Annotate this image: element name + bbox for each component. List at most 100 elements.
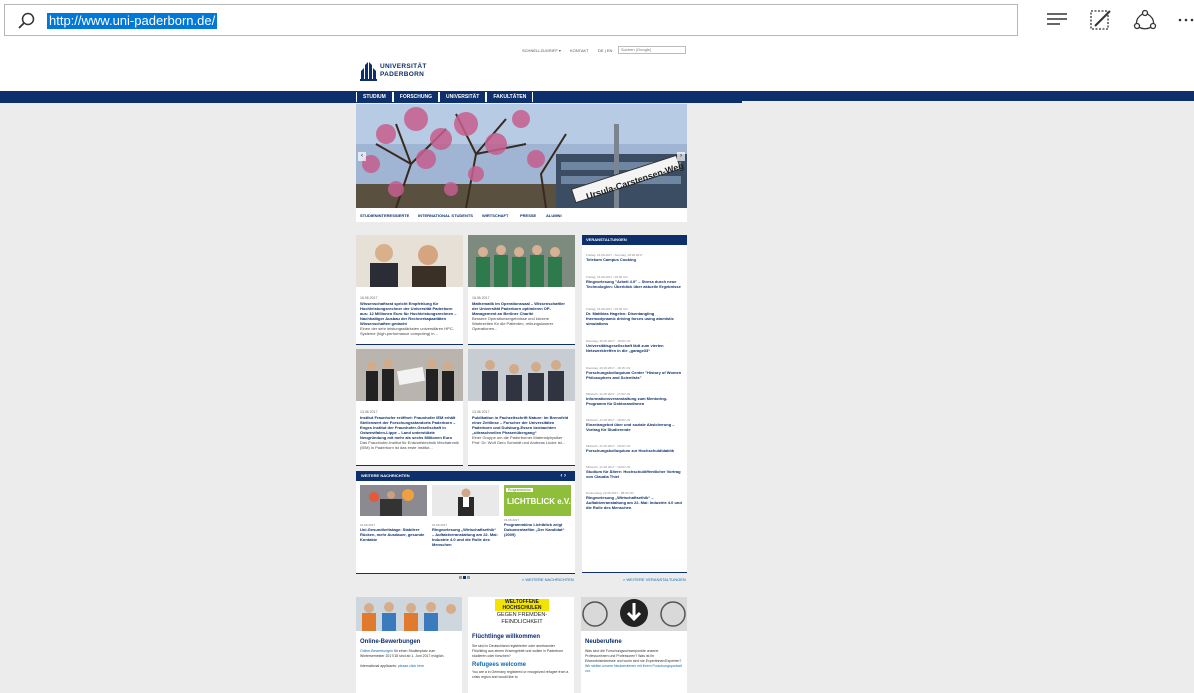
event-item[interactable]: Mittwoch, 21.06.2017 - 18:00 Uhr Forschun… (586, 444, 684, 453)
panel-divider (356, 573, 575, 574)
site-search-input[interactable]: Suchen (Google) (618, 46, 686, 54)
more-icon[interactable] (1176, 8, 1194, 32)
university-logo[interactable]: UNIVERSITÄT PADERBORN (360, 59, 432, 83)
event-title[interactable]: Forschungskolloquium zur Hochschuldidakt… (586, 448, 684, 453)
news-date: 13.06.2017 (472, 410, 490, 414)
event-item[interactable]: Donnerstag, 22.06.2017 - 08:30 Uhr Ringvo… (586, 491, 684, 510)
logo-line-2: PADERBORN (380, 71, 425, 78)
url-text[interactable]: http://www.uni-paderborn.de/ (47, 13, 218, 29)
teaser-text-body: Was sind die Forschungsschwerpunkte unse… (585, 649, 682, 663)
news-headline[interactable]: Uni-Gesundheitstage: Stabilere Rücken, m… (360, 527, 427, 542)
event-item[interactable]: Dienstag, 20.06.2017 - 18:00 Uhr Universi… (586, 339, 684, 353)
event-item[interactable]: Mittwoch, 21.06.2017 - 19:00 Uhr Studium … (586, 465, 684, 479)
event-title[interactable]: Einzelangebot über und soziale Absicheru… (586, 422, 684, 432)
teaser-text: Was sind die Forschungsschwerpunkte unse… (585, 649, 683, 674)
hub-icon[interactable] (1046, 8, 1070, 32)
teaser-link[interactable]: please click here (398, 664, 424, 668)
nav-universitaet[interactable]: UNIVERSITÄT (439, 92, 487, 102)
event-title[interactable]: Studium für Ältere: Hochschulöffentliche… (586, 469, 684, 479)
news-date: 13.06.2017 (360, 410, 378, 414)
teaser-subtitle[interactable]: Refugees welcome (472, 662, 570, 668)
lichtblick-name: LICHTBLICK e.V. (507, 497, 571, 506)
event-title[interactable]: Informationsveranstaltung zum Mentoring-… (586, 396, 684, 406)
teaser-text-body: International applicants: (360, 664, 398, 668)
event-item[interactable]: Freitag, 16.06.2017 - 09:45 Uhr Dr. Matth… (586, 307, 684, 326)
hero-next-arrow-icon[interactable]: › (677, 152, 685, 161)
teaser-banner: WELTOFFENE HOCHSCHULEN GEGEN FREMDEN- FE… (468, 597, 574, 631)
news-image (432, 485, 499, 516)
event-title[interactable]: Telekom Campus Cooking (586, 257, 684, 262)
news-headline[interactable]: Programmkino Lichtblick zeigt Dokumentar… (504, 522, 571, 537)
news-headline[interactable]: Wissenschaftsrat spricht Empfehlung für … (360, 301, 459, 326)
contact-link[interactable]: KONTAKT (570, 48, 589, 53)
teaser-title[interactable]: Online-Bewerbungen (360, 639, 458, 645)
news-tile[interactable]: 16.06.2017 Wissenschaftsrat spricht Empf… (356, 235, 463, 345)
subnav-alumni[interactable]: ALUMNI (546, 213, 562, 218)
panel-divider (582, 572, 687, 573)
more-news-item[interactable]: 15.06.2017 Ringvorlesung „Wirtschaftseth… (432, 485, 499, 547)
quick-access-link[interactable]: SCHNELLZUGRIFF ▾ (522, 48, 561, 53)
teaser-refugees[interactable]: WELTOFFENE HOCHSCHULEN GEGEN FREMDEN- FE… (468, 597, 574, 693)
teaser-title[interactable]: Flüchtlinge willkommen (472, 634, 570, 640)
more-news-item[interactable]: 16.06.2017 Uni-Gesundheitstage: Stabiler… (360, 485, 427, 542)
teaser-link[interactable]: Wir stellen unsere Neuberufenen mit ihre… (585, 664, 682, 673)
subnav-international[interactable]: INTERNATIONAL STUDENTS (418, 213, 473, 218)
news-headline[interactable]: Mathematik im Operationssaal – Wissensch… (472, 301, 571, 316)
event-item[interactable]: Freitag, 16.06.2017 - Sonntag, 18.06.201… (586, 253, 684, 262)
main-content: 16.06.2017 Wissenschaftsrat spricht Empf… (356, 233, 687, 693)
news-tile[interactable]: 13.06.2017 Institut Fraunhofer eröffnet:… (356, 349, 463, 466)
teaser-link[interactable]: Online-Bewerbungen (360, 649, 393, 653)
news-image (356, 349, 463, 401)
event-title[interactable]: Ringvorlesung „Wirtschaftsethik“ – Aufta… (586, 495, 684, 510)
subnav-studieninteressierte[interactable]: STUDIENINTERESSIERTE (360, 213, 409, 218)
subnav-presse[interactable]: PRESSE (520, 213, 536, 218)
event-item[interactable]: Mittwoch, 21.06.2017 - 18:00 Uhr Einzelan… (586, 418, 684, 432)
news-image (468, 349, 575, 401)
news-date: 16.06.2017 (360, 296, 378, 300)
logo-line-1: UNIVERSITÄT (380, 63, 427, 70)
teaser-online-applications[interactable]: Online-Bewerbungen Online-Bewerbungen fü… (356, 597, 462, 693)
nav-fakultaeten[interactable]: FAKULTÄTEN (486, 92, 534, 102)
more-news-item[interactable]: Programmkino LICHTBLICK e.V. 15.06.2017 … (504, 485, 571, 537)
browser-toolbar: http://www.uni-paderborn.de/ (0, 0, 1194, 40)
tile-divider (356, 465, 463, 466)
teaser-text: Online-Bewerbungen für einen Studienplat… (360, 649, 458, 659)
nav-studium[interactable]: STUDIUM (356, 92, 393, 102)
news-headline[interactable]: Institut Fraunhofer eröffnet: Fraunhofer… (360, 415, 459, 440)
main-navigation: STUDIUM FORSCHUNG UNIVERSITÄT FAKULTÄTEN (356, 92, 534, 102)
more-events-link[interactable]: » WEITERE VERANSTALTUNGEN (623, 577, 686, 582)
teaser-new-professors[interactable]: Neuberufene Was sind die Forschungsschwe… (581, 597, 687, 693)
street-sign-text: Ursula-Carstensen-Weg (584, 160, 685, 202)
news-headline[interactable]: Ringvorlesung „Wirtschaftsethik“ – Aufta… (432, 527, 499, 547)
event-item[interactable]: Mittwoch, 21.06.2017 - 17:00 Uhr Informat… (586, 392, 684, 406)
news-tile[interactable]: 13.06.2017 Publikation in Fachzeitschrif… (468, 349, 575, 466)
language-switch[interactable]: DE | EN (598, 48, 612, 53)
hero-slideshow[interactable]: Ursula-Carstensen-Weg ‹ › (356, 104, 687, 208)
event-title[interactable]: Ringvorlesung "Arbeit 4.0" – Stress durc… (586, 279, 684, 289)
more-news-link[interactable]: » WEITERE NACHRICHTEN (522, 577, 574, 582)
tile-divider (468, 344, 575, 345)
subnav-wirtschaft[interactable]: WIRTSCHAFT (482, 213, 508, 218)
banner-line-2: HOCHSCHULEN (495, 605, 549, 611)
event-title[interactable]: Forschungskolloquium Center "History of … (586, 370, 684, 380)
web-note-icon[interactable] (1089, 8, 1113, 32)
event-title[interactable]: Dr. Matthias Hagelen: Disentangling ther… (586, 311, 684, 326)
address-bar[interactable]: http://www.uni-paderborn.de/ (4, 4, 1018, 36)
banner-line-3: GEGEN FREMDEN- (496, 612, 548, 618)
web-page: SCHNELLZUGRIFF ▾ KONTAKT DE | EN Suchen … (0, 40, 1194, 693)
search-icon (18, 12, 35, 29)
news-headline[interactable]: Publikation in Fachzeitschrift Nature: I… (472, 415, 571, 435)
lichtblick-logo: Programmkino LICHTBLICK e.V. (504, 485, 571, 516)
teaser-text: International applicants: please click h… (360, 664, 458, 669)
hero-prev-arrow-icon[interactable]: ‹ (358, 152, 366, 161)
teaser-title[interactable]: Neuberufene (585, 639, 683, 645)
share-icon[interactable] (1133, 8, 1157, 32)
news-teaser: Das Fraunhofer-Institut für Entwurfstech… (360, 440, 459, 450)
carousel-dots[interactable] (459, 566, 473, 579)
news-tile[interactable]: 16.06.2017 Mathematik im Operationssaal … (468, 235, 575, 345)
event-item[interactable]: Dienstag, 20.06.2017 - 18:15 Uhr Forschun… (586, 366, 684, 380)
nav-forschung[interactable]: FORSCHUNG (392, 92, 440, 102)
event-title[interactable]: Universitätsgesellschaft lädt zum vierte… (586, 343, 684, 353)
carousel-arrows-icon[interactable]: ‹ › (560, 471, 566, 481)
event-item[interactable]: Freitag, 16.06.2017 - 09:30 Uhr Ringvorle… (586, 275, 684, 289)
